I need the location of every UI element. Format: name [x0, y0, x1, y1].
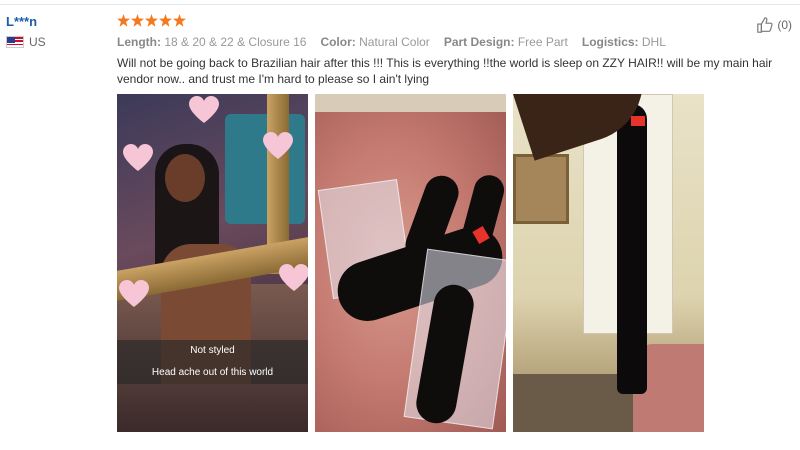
buyer-name: L***n — [6, 14, 38, 29]
attr-label: Part Design: — [443, 35, 515, 49]
bundle-band — [631, 116, 645, 126]
review-photo-1[interactable]: Not styled Head ache out of this world — [117, 94, 308, 432]
heart-sticker-icon — [189, 96, 219, 124]
review-photo-3[interactable] — [513, 94, 704, 432]
top-divider — [0, 4, 800, 5]
country-code: US — [29, 35, 46, 49]
photo-door — [225, 114, 305, 224]
photo-caption: Not styled — [117, 340, 308, 362]
attr-label: Logistics: — [581, 35, 639, 49]
star-rating — [117, 14, 797, 30]
review-body: Length: 18 & 20 & 22 & Closure 16 Color:… — [117, 14, 797, 87]
star-icon — [173, 14, 186, 27]
star-icon — [117, 14, 130, 27]
attr-value: Free Part — [517, 35, 568, 49]
attr-label: Length: — [117, 35, 161, 49]
attr-logistics: Logistics: DHL — [582, 35, 666, 49]
heart-sticker-icon — [123, 144, 153, 172]
photo-face — [165, 154, 205, 202]
star-icon — [131, 14, 144, 27]
photo-frame — [513, 154, 569, 224]
review-text: Will not be going back to Brazilian hair… — [117, 56, 773, 86]
photo-wall — [315, 94, 506, 112]
review-photos: Not styled Head ache out of this world — [117, 94, 704, 432]
attr-value: DHL — [641, 35, 666, 49]
hair-bundle — [617, 104, 647, 394]
buyer-info: L***n US — [6, 14, 106, 49]
attr-color: Color: Natural Color — [320, 35, 429, 49]
attr-value: Natural Color — [359, 35, 430, 49]
star-icon — [145, 14, 158, 27]
attr-length: Length: 18 & 20 & 22 & Closure 16 — [117, 35, 306, 49]
attr-part-design: Part Design: Free Part — [444, 35, 568, 49]
attr-value: 18 & 20 & 22 & Closure 16 — [164, 35, 307, 49]
attr-label: Color: — [320, 35, 356, 49]
review-photo-2[interactable] — [315, 94, 506, 432]
photo-caption: Head ache out of this world — [117, 362, 308, 384]
us-flag-icon — [6, 36, 24, 48]
star-icon — [159, 14, 172, 27]
buyer-country: US — [6, 35, 106, 49]
order-attributes: Length: 18 & 20 & 22 & Closure 16 Color:… — [117, 35, 797, 49]
